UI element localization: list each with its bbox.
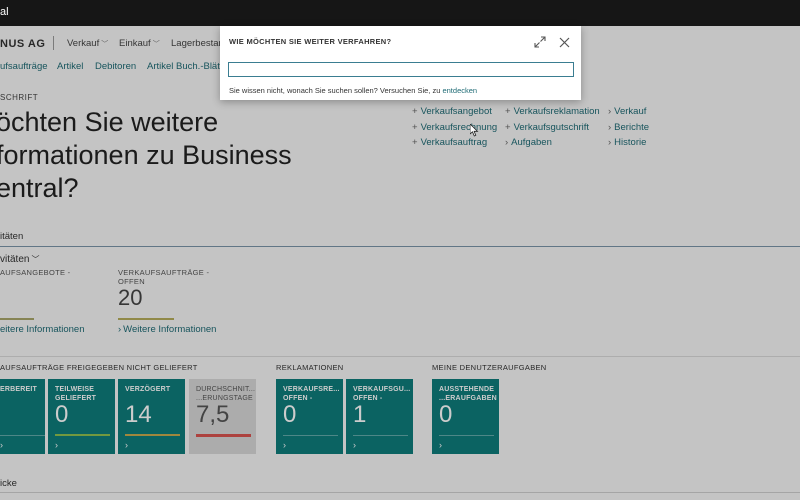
- app-mark: al: [0, 6, 9, 18]
- expand-icon[interactable]: [532, 34, 548, 50]
- search-input[interactable]: [228, 62, 574, 77]
- top-bar: al: [0, 0, 800, 26]
- dialog-title: WIE MÖCHTEN SIE WEITER VERFAHREN?: [229, 37, 392, 46]
- search-dialog: WIE MÖCHTEN SIE WEITER VERFAHREN? Sie wi…: [220, 26, 581, 100]
- close-icon[interactable]: [556, 34, 572, 50]
- discover-link[interactable]: entdecken: [442, 86, 477, 95]
- dialog-hint: Sie wissen nicht, wonach Sie suchen soll…: [229, 86, 478, 95]
